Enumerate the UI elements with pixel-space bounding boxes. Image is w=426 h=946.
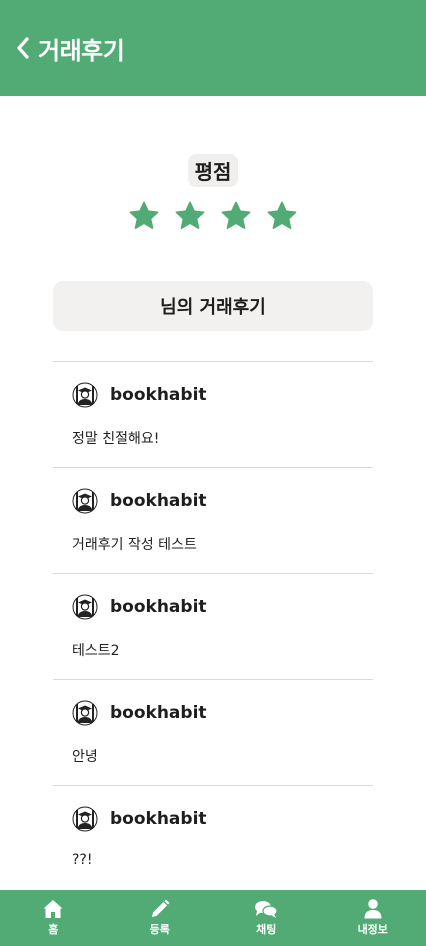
review-username: bookhabit	[110, 703, 207, 723]
review-username: bookhabit	[110, 597, 207, 617]
nav-item-register[interactable]: 등록	[107, 890, 214, 946]
review-username: bookhabit	[110, 491, 207, 511]
review-header: bookhabit	[72, 488, 207, 514]
home-icon	[43, 900, 63, 918]
review-item: bookhabit ??!	[53, 785, 373, 891]
review-username: bookhabit	[110, 385, 207, 405]
reviews-title: 님의 거래후기	[53, 281, 373, 331]
star-icon	[129, 201, 159, 229]
review-header: bookhabit	[72, 594, 207, 620]
back-button[interactable]	[16, 28, 30, 68]
review-username: bookhabit	[110, 809, 207, 829]
nav-item-my-info[interactable]: 내정보	[320, 890, 426, 946]
review-item: bookhabit 거래후기 작성 테스트	[53, 467, 373, 573]
avatar-icon	[72, 806, 98, 832]
nav-item-home[interactable]: 홈	[0, 890, 107, 946]
star-icon	[175, 201, 205, 229]
nav-label: 채팅	[256, 923, 277, 936]
review-text: ??!	[72, 852, 93, 868]
rating-label: 평점	[187, 154, 239, 187]
review-item: bookhabit 정말 친절해요!	[53, 361, 373, 467]
bottom-nav: 홈 등록 채팅 내정보	[0, 890, 426, 946]
page-title: 거래후기	[38, 36, 125, 65]
review-header: bookhabit	[72, 806, 207, 832]
review-text: 거래후기 작성 테스트	[72, 537, 197, 553]
avatar-icon	[72, 382, 98, 408]
review-item: bookhabit 안녕	[53, 679, 373, 785]
review-text: 정말 친절해요!	[72, 431, 160, 447]
review-text: 안녕	[72, 749, 98, 765]
app-header: 거래후기	[0, 0, 426, 96]
star-icon	[221, 201, 251, 229]
nav-label: 홈	[48, 923, 59, 936]
nav-item-chat[interactable]: 채팅	[213, 890, 320, 946]
avatar-icon	[72, 594, 98, 620]
review-header: bookhabit	[72, 700, 207, 726]
rating-section: 평점	[0, 154, 426, 232]
review-list: bookhabit 정말 친절해요! bookhabit 거래후기 작성 테스트	[53, 361, 373, 891]
review-text: 테스트2	[72, 643, 120, 659]
chat-icon	[255, 901, 278, 918]
rating-stars	[128, 200, 298, 232]
avatar-icon	[72, 700, 98, 726]
review-item: bookhabit 테스트2	[53, 573, 373, 679]
nav-label: 내정보	[357, 923, 388, 936]
user-icon	[364, 899, 382, 919]
avatar-icon	[72, 488, 98, 514]
pencil-icon	[151, 899, 170, 917]
chevron-left-icon	[17, 37, 29, 59]
star-icon	[267, 201, 297, 229]
review-header: bookhabit	[72, 382, 207, 408]
nav-label: 등록	[149, 923, 170, 936]
app-root: 거래후기 평점 님의 거래후기 bookhabit 정말 친절해요! bookh…	[0, 0, 426, 946]
